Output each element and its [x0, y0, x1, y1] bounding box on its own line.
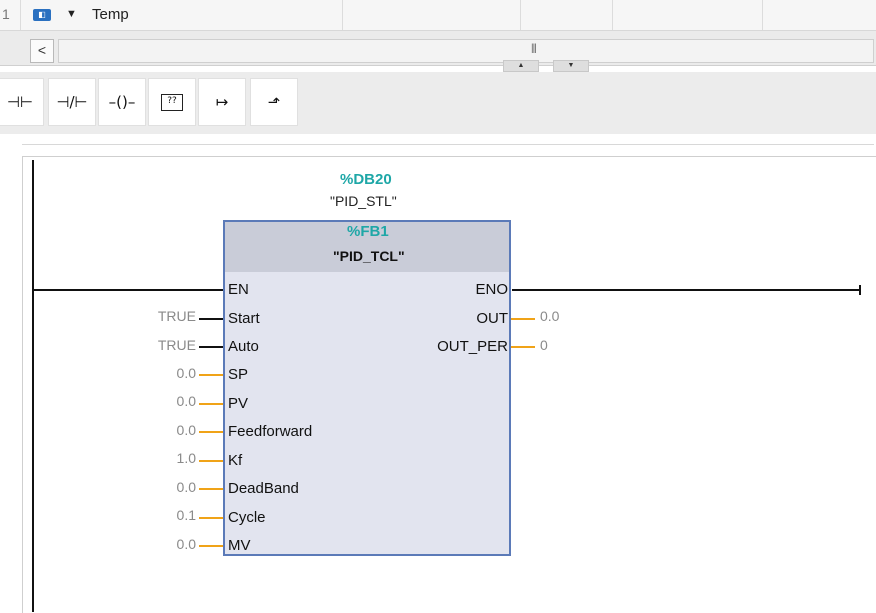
scroll-track[interactable]: ||| [58, 39, 874, 63]
rung-end-marker [859, 285, 861, 295]
wire-out [511, 318, 535, 320]
pin-mv[interactable]: MV [228, 537, 251, 554]
value-start[interactable]: TRUE [136, 308, 196, 324]
pin-out-per[interactable]: OUT_PER [420, 338, 508, 355]
close-branch-icon[interactable]: ⬏ [250, 78, 298, 126]
value-auto[interactable]: TRUE [136, 337, 196, 353]
grid-divider [342, 0, 343, 30]
power-rail [32, 160, 34, 612]
empty-box-icon[interactable]: ?? [148, 78, 196, 126]
row-number: 1 [2, 6, 10, 22]
function-block[interactable]: %FB1 "PID_TCL" [223, 220, 511, 556]
grid-divider [520, 0, 521, 30]
pin-cycle[interactable]: Cycle [228, 509, 266, 526]
pin-feedforward[interactable]: Feedforward [228, 423, 312, 440]
value-kf[interactable]: 1.0 [136, 450, 196, 466]
split-down-handle[interactable]: ▼ [553, 60, 589, 72]
function-block-header: %FB1 "PID_TCL" [225, 222, 509, 272]
wire-mv [199, 545, 223, 547]
value-feedforward[interactable]: 0.0 [136, 422, 196, 438]
wire-out-per [511, 346, 535, 348]
grid-divider [762, 0, 763, 30]
pin-kf[interactable]: Kf [228, 452, 242, 469]
scroll-left-button[interactable]: < [30, 39, 54, 63]
pin-eno[interactable]: ENO [440, 281, 508, 298]
horizontal-scrollbar[interactable]: < ||| [0, 31, 876, 66]
wire-kf [199, 460, 223, 462]
pin-sp[interactable]: SP [228, 366, 248, 383]
value-deadband[interactable]: 0.0 [136, 479, 196, 495]
fb-name: "PID_TCL" [333, 248, 405, 264]
pin-start[interactable]: Start [228, 310, 260, 327]
coil-icon[interactable]: –()– [98, 78, 146, 126]
open-branch-icon[interactable]: ↦ [198, 78, 246, 126]
value-sp[interactable]: 0.0 [136, 365, 196, 381]
pin-deadband[interactable]: DeadBand [228, 480, 299, 497]
instance-db-number[interactable]: %DB20 [340, 171, 392, 188]
expand-arrow-icon[interactable]: ▼ [66, 8, 77, 20]
value-pv[interactable]: 0.0 [136, 393, 196, 409]
value-cycle[interactable]: 0.1 [136, 507, 196, 523]
value-mv[interactable]: 0.0 [136, 536, 196, 552]
wire-start [199, 318, 223, 320]
split-up-handle[interactable]: ▲ [503, 60, 539, 72]
wire-sp [199, 374, 223, 376]
wire-deadband [199, 488, 223, 490]
scroll-grip-icon[interactable]: ||| [531, 43, 537, 54]
network-separator [22, 144, 874, 145]
row-name: Temp [92, 6, 129, 23]
db-section-icon: ◧ [33, 9, 51, 21]
grid-divider [612, 0, 613, 30]
wire-pv [199, 403, 223, 405]
value-out-per[interactable]: 0 [540, 337, 548, 353]
grid-divider [20, 0, 21, 30]
pin-pv[interactable]: PV [228, 395, 248, 412]
wire-auto [199, 346, 223, 348]
rung-wire-right [512, 289, 860, 291]
wire-cycle [199, 517, 223, 519]
pin-auto[interactable]: Auto [228, 338, 259, 355]
wire-feedforward [199, 431, 223, 433]
nc-contact-icon[interactable]: ⊣⊢ [0, 78, 44, 126]
fb-number: %FB1 [347, 223, 389, 240]
rung-wire-left [34, 289, 224, 291]
no-contact-icon[interactable]: ⊣/⊢ [48, 78, 96, 126]
value-out[interactable]: 0.0 [540, 308, 559, 324]
instance-db-name[interactable]: "PID_STL" [330, 193, 397, 209]
lad-toolbar: ⊣⊢ ⊣/⊢ –()– ?? ↦ ⬏ [0, 72, 876, 134]
interface-row[interactable]: 1 ◧ ▼ Temp [0, 0, 876, 31]
pin-en[interactable]: EN [228, 281, 249, 298]
pin-out[interactable]: OUT [440, 310, 508, 327]
